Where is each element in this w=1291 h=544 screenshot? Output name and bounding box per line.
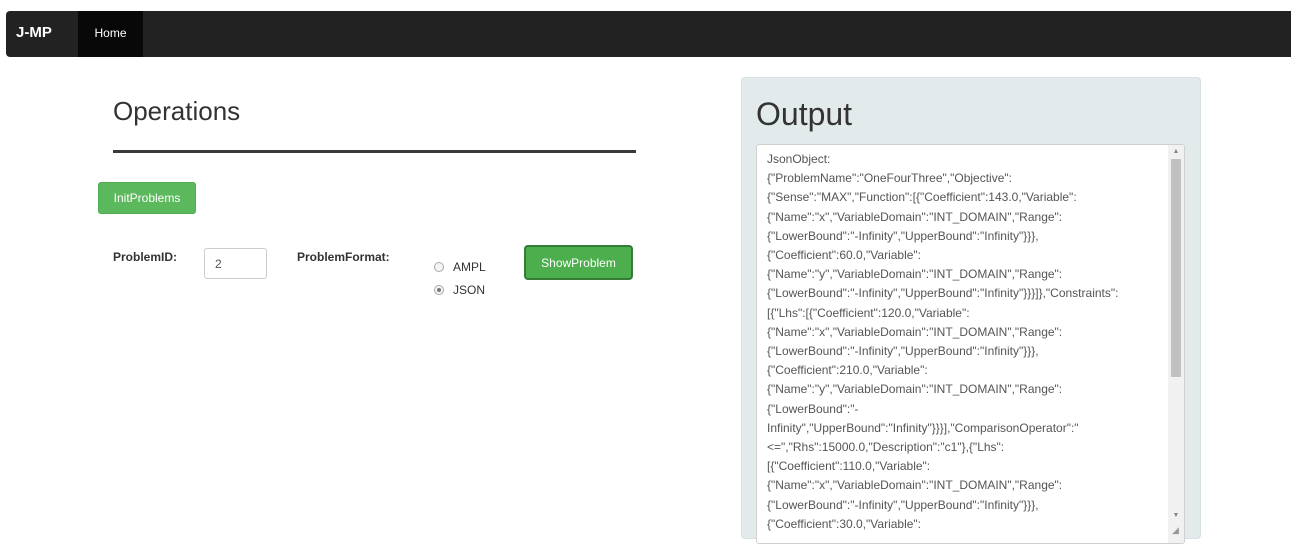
scroll-up-arrow-icon[interactable]: ▲ xyxy=(1168,145,1184,159)
scrollbar-thumb[interactable] xyxy=(1171,159,1181,377)
problem-id-label: ProblemID: xyxy=(113,250,178,264)
output-textarea[interactable]: JsonObject: {"ProblemName":"OneFourThree… xyxy=(756,144,1185,544)
output-scrollbar[interactable]: ▲ ▼ xyxy=(1168,145,1184,543)
problem-id-input[interactable] xyxy=(204,248,267,279)
json-label: JSON xyxy=(453,283,486,297)
ampl-label: AMPL xyxy=(453,260,486,274)
init-problems-button[interactable]: InitProblems xyxy=(98,182,196,214)
output-text: JsonObject: {"ProblemName":"OneFourThree… xyxy=(767,152,1119,531)
format-option-json[interactable]: JSON xyxy=(434,283,485,297)
nav-home-link[interactable]: Home xyxy=(78,11,143,57)
operations-title: Operations xyxy=(113,96,241,126)
format-option-ampl[interactable]: AMPL xyxy=(434,260,486,274)
brand-logo[interactable]: J-MP xyxy=(16,11,52,57)
scroll-down-arrow-icon[interactable]: ▼ xyxy=(1168,509,1184,523)
operations-divider xyxy=(113,150,636,153)
problem-format-label: ProblemFormat: xyxy=(297,250,390,264)
ampl-radio[interactable] xyxy=(434,262,444,272)
output-title: Output xyxy=(756,96,853,132)
show-problem-button[interactable]: ShowProblem xyxy=(525,246,632,279)
resize-handle-icon[interactable]: ◢ xyxy=(1172,525,1182,535)
json-radio[interactable] xyxy=(434,285,444,295)
navbar: J-MP Home xyxy=(6,11,1291,57)
